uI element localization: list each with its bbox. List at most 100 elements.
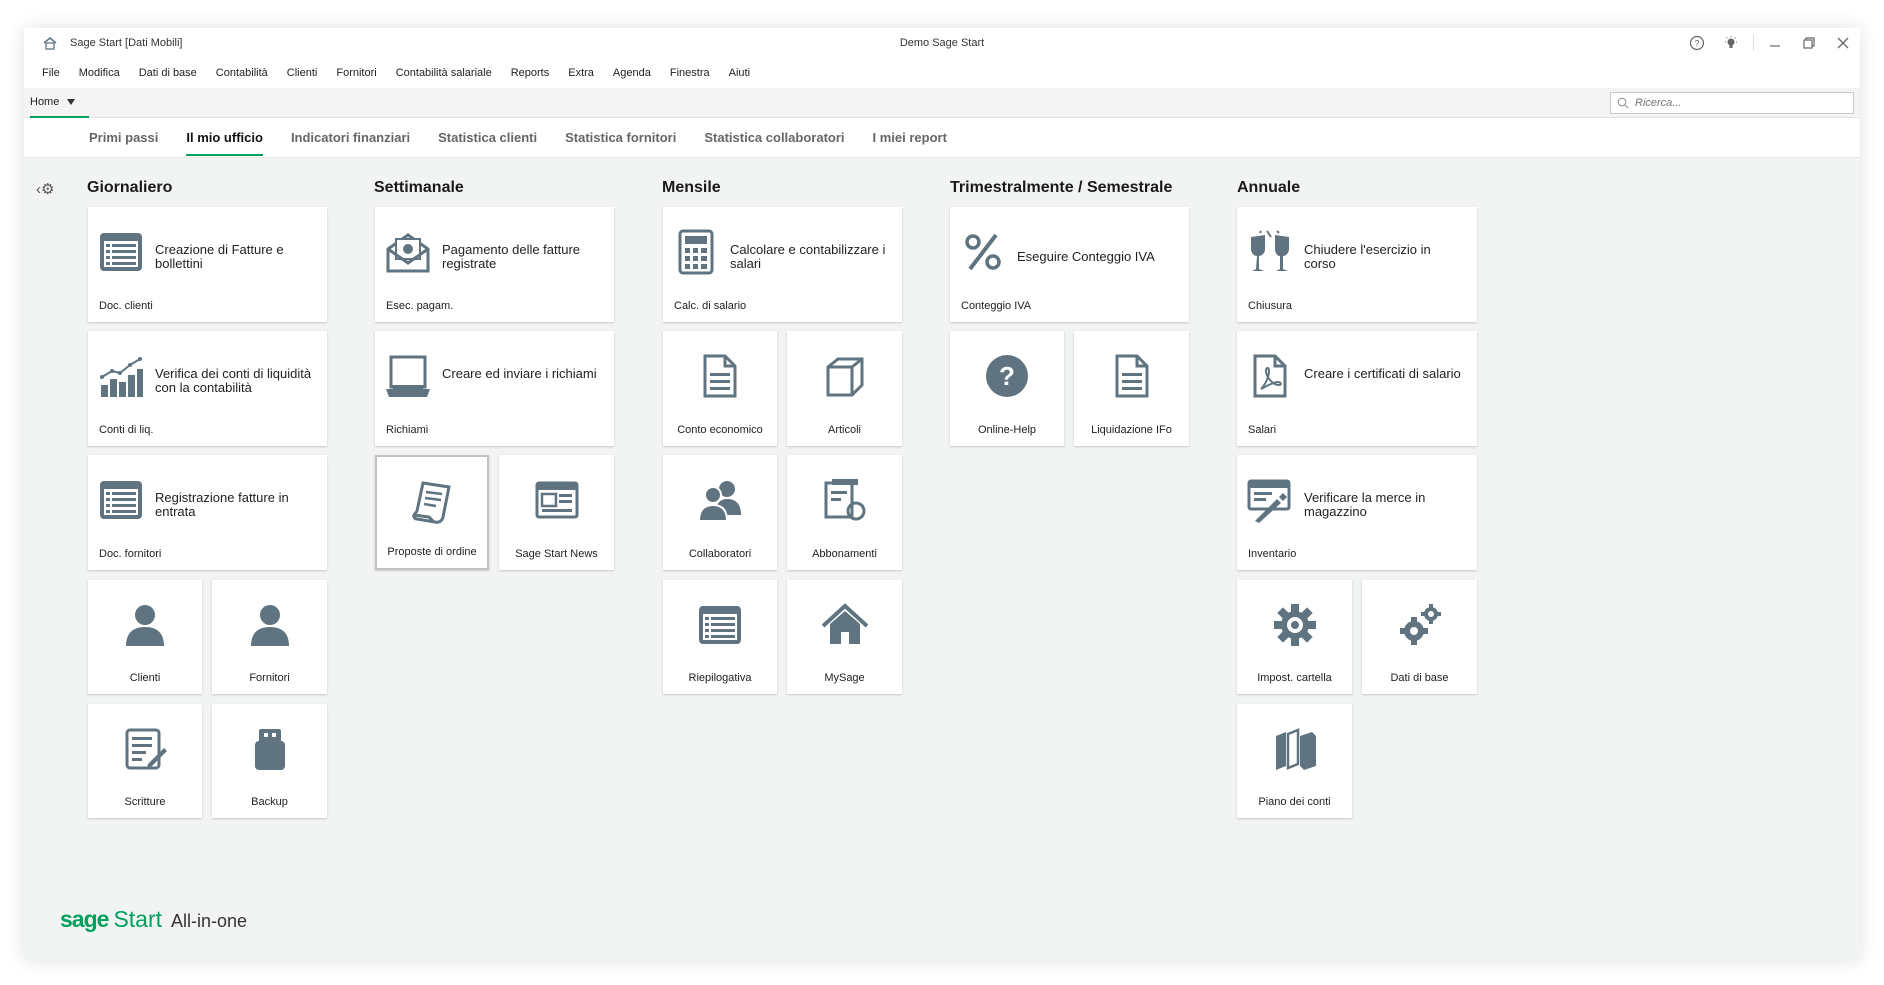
menu-agenda[interactable]: Agenda — [613, 67, 651, 79]
question-icon: ? — [986, 355, 1028, 397]
calculator-icon — [678, 229, 714, 275]
tab-statistica-fornitori[interactable]: Statistica fornitori — [565, 118, 676, 158]
menu-clienti[interactable]: Clienti — [287, 67, 318, 79]
menu-modifica[interactable]: Modifica — [79, 67, 120, 79]
search-box[interactable] — [1610, 92, 1854, 114]
svg-text:?: ? — [999, 361, 1015, 391]
tile-label: MySage — [824, 672, 865, 684]
tile-description: Calcolare e contabilizzare i salari — [730, 242, 886, 271]
tile-riepilogativa[interactable]: Riepilogativa — [663, 580, 777, 694]
list-document-icon — [699, 606, 741, 644]
tile-fornitori[interactable]: Fornitori — [212, 580, 327, 694]
tile-clienti[interactable]: Clienti — [88, 580, 202, 694]
title-bar: Sage Start [Dati Mobili] Demo Sage Start… — [24, 28, 1860, 58]
tab-i-miei-report[interactable]: I miei report — [873, 118, 947, 158]
tile-conto-economico[interactable]: Conto economico — [663, 331, 777, 446]
restore-icon[interactable] — [1792, 28, 1826, 58]
tile-scritture[interactable]: Scritture — [88, 704, 202, 818]
newspaper-icon — [535, 481, 578, 519]
tile-label: Chiusura — [1248, 300, 1293, 312]
tile-description: Registrazione fatture in entrata — [155, 490, 289, 519]
tile-label: Collaboratori — [688, 548, 752, 560]
menu-file[interactable]: File — [42, 67, 60, 79]
close-icon[interactable] — [1826, 28, 1860, 58]
tile-label: Doc. fornitori — [99, 548, 162, 560]
settings-gear-icon[interactable]: ‹⚙ — [36, 180, 54, 198]
tile-label: Liquidazione IFo — [1091, 424, 1172, 436]
list-document-icon — [100, 481, 142, 519]
tile-abbonamenti[interactable]: Abbonamenti — [787, 455, 902, 570]
column-title-annuale: Annuale — [1237, 179, 1301, 196]
tile-label: Dati di base — [1390, 672, 1449, 684]
tile-label: Doc. clienti — [99, 300, 153, 312]
tile-label: Online-Help — [977, 424, 1037, 436]
laptop-icon — [386, 355, 430, 397]
tile-label: Salari — [1248, 424, 1277, 436]
tab-bar: Primi passi Il mio ufficio Indicatori fi… — [24, 118, 1860, 158]
tile-label: Sage Start News — [515, 548, 598, 560]
menu-aiuti[interactable]: Aiuti — [729, 67, 750, 79]
tile-articoli[interactable]: Articoli — [787, 331, 902, 446]
help-icon[interactable]: ? — [1680, 28, 1714, 58]
tile-esec-pagam[interactable]: Pagamento delle fatture registrate Esec.… — [375, 207, 614, 322]
tab-statistica-clienti[interactable]: Statistica clienti — [438, 118, 537, 158]
tile-conti-di-liq[interactable]: Verifica dei conti di liquidità con la c… — [88, 331, 327, 446]
tile-online-help[interactable]: ? Online-Help — [950, 331, 1064, 446]
tile-description: Verificare la merce in magazzino — [1304, 490, 1426, 519]
tile-collaboratori[interactable]: Collaboratori — [663, 455, 777, 570]
tile-label: Abbonamenti — [812, 548, 877, 560]
tile-inventario[interactable]: Verificare la merce in magazzino Inventa… — [1237, 455, 1477, 570]
home-dropdown[interactable]: Home — [30, 96, 90, 118]
search-input[interactable] — [1635, 97, 1845, 109]
tile-backup[interactable]: Backup — [212, 704, 327, 818]
people-icon — [697, 481, 741, 522]
tile-richiami[interactable]: Creare ed inviare i richiami Richiami — [375, 331, 614, 446]
tab-indicatori-finanziari[interactable]: Indicatori finanziari — [291, 118, 410, 158]
svg-text:?: ? — [1694, 39, 1699, 49]
tile-description: Creazione di Fatture e bollettini — [155, 242, 284, 271]
tile-label: Riepilogativa — [688, 672, 752, 684]
tile-liquidazione-ifo[interactable]: Liquidazione IFo — [1074, 331, 1189, 446]
menu-contabilita[interactable]: Contabilità — [216, 67, 268, 79]
menu-extra[interactable]: Extra — [568, 67, 594, 79]
inventory-icon — [1247, 479, 1291, 523]
tile-impost-cartella[interactable]: Impost. cartella — [1237, 580, 1352, 694]
tile-label: Scritture — [124, 796, 166, 808]
tile-piano-dei-conti[interactable]: Piano dei conti — [1237, 704, 1352, 818]
tile-label: Piano dei conti — [1258, 796, 1331, 808]
menu-dati-di-base[interactable]: Dati di base — [139, 67, 197, 79]
column-title-giornaliero: Giornaliero — [87, 179, 173, 196]
chevron-down-icon — [67, 99, 76, 105]
gears-icon — [1399, 604, 1441, 645]
menu-contabilita-salariale[interactable]: Contabilità salariale — [396, 67, 492, 79]
tile-proposte-di-ordine[interactable]: Proposte di ordine — [375, 455, 489, 570]
home-icon — [821, 603, 868, 644]
tile-dati-di-base[interactable]: Dati di base — [1362, 580, 1477, 694]
tile-sage-start-news[interactable]: Sage Start News — [499, 455, 614, 570]
tile-doc-clienti[interactable]: Creazione di Fatture e bollettini Doc. c… — [88, 207, 327, 322]
tile-description: Creare ed inviare i richiami — [442, 366, 597, 381]
tab-primi-passi[interactable]: Primi passi — [89, 118, 158, 158]
tile-conteggio-iva[interactable]: Eseguire Conteggio IVA Conteggio IVA — [950, 207, 1189, 322]
tile-calc-di-salario[interactable]: Calcolare e contabilizzare i salari Calc… — [663, 207, 902, 322]
column-title-trimestrale: Trimestralmente / Semestrale — [950, 179, 1173, 196]
tile-description: Eseguire Conteggio IVA — [1017, 249, 1155, 264]
tile-salari[interactable]: Creare i certificati di salario Salari — [1237, 331, 1477, 446]
menu-finestra[interactable]: Finestra — [670, 67, 710, 79]
tab-statistica-collaboratori[interactable]: Statistica collaboratori — [704, 118, 844, 158]
minimize-icon[interactable] — [1758, 28, 1792, 58]
column-title-settimanale: Settimanale — [374, 179, 464, 196]
menu-fornitori[interactable]: Fornitori — [336, 67, 376, 79]
tab-il-mio-ufficio[interactable]: Il mio ufficio — [186, 118, 263, 158]
lightbulb-icon[interactable] — [1714, 28, 1748, 58]
tile-label: Inventario — [1248, 548, 1297, 560]
order-note-icon — [412, 481, 451, 524]
tile-mysage[interactable]: MySage — [787, 580, 902, 694]
search-icon — [1617, 97, 1629, 109]
tile-chiusura[interactable]: Chiudere l'esercizio in corso Chiusura — [1237, 207, 1477, 322]
tile-description: Creare i certificati di salario — [1304, 366, 1461, 381]
menu-reports[interactable]: Reports — [511, 67, 550, 79]
tile-label: Articoli — [827, 424, 861, 436]
tile-doc-fornitori[interactable]: Registrazione fatture in entrata Doc. fo… — [88, 455, 327, 570]
tile-label: Clienti — [129, 672, 161, 684]
